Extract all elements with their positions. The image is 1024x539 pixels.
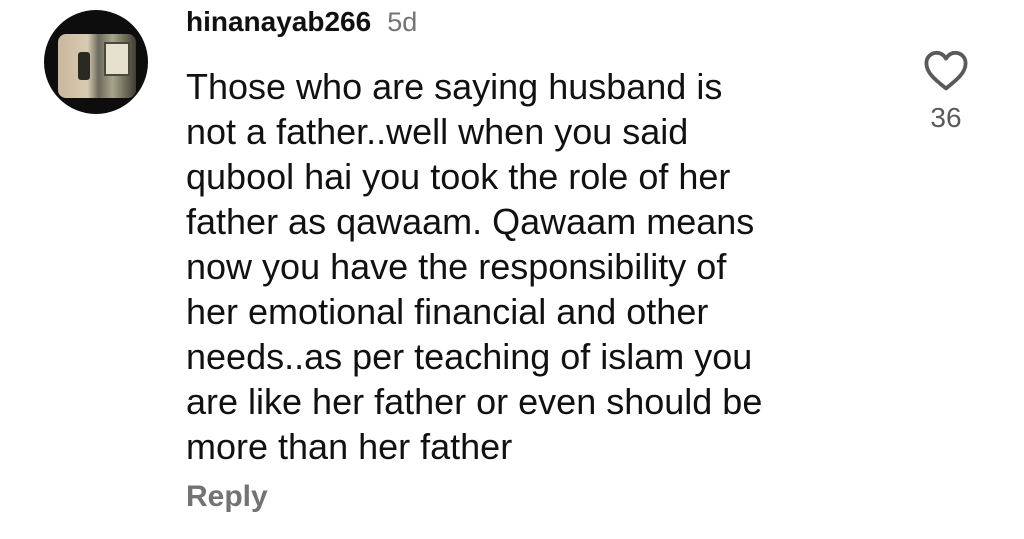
comment-text: Those who are saying husband is not a fa… xyxy=(186,64,906,469)
avatar[interactable] xyxy=(44,10,148,114)
comment-text-line: are like her father or even should be xyxy=(186,381,763,422)
comment-text-line: now you have the responsibility of xyxy=(186,246,727,287)
username[interactable]: hinanayab266 xyxy=(186,6,371,38)
heart-outline-icon[interactable] xyxy=(922,48,970,92)
comment-text-line: more than her father xyxy=(186,426,513,467)
like-count: 36 xyxy=(930,102,962,133)
comment-text-line: Those who are saying husband is xyxy=(186,66,723,107)
comment-text-line: not a father..well when you said xyxy=(186,111,689,152)
comment-item: hinanayab266 5d Those who are saying hus… xyxy=(0,0,1024,539)
like-control: 36 xyxy=(916,48,976,134)
avatar-image xyxy=(58,34,136,98)
reply-button[interactable]: Reply xyxy=(186,480,268,514)
comment-text-line: her emotional financial and other xyxy=(186,291,709,332)
comment-text-line: needs..as per teaching of islam you xyxy=(186,336,753,377)
comment-text-line: qubool hai you took the role of her xyxy=(186,156,731,197)
comment-header: hinanayab266 5d xyxy=(186,6,417,38)
comment-text-line: father as qawaam. Qawaam means xyxy=(186,201,755,242)
comment-time: 5d xyxy=(387,7,418,37)
